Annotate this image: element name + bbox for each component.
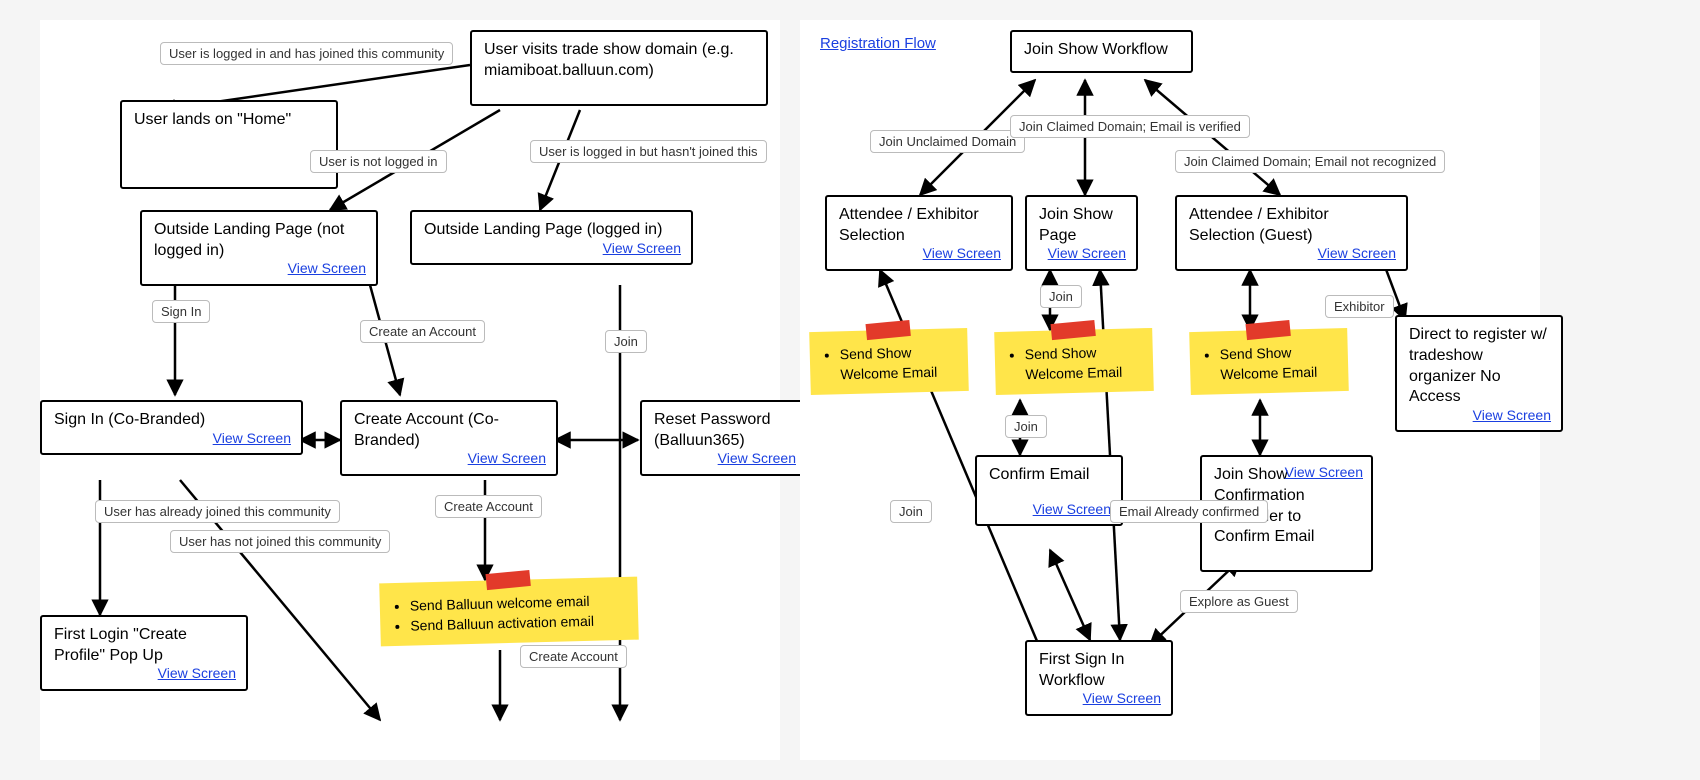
- node-user-home: User lands on "Home": [120, 100, 338, 189]
- node-reset-password: Reset Password (Balluun365) View Screen: [640, 400, 808, 476]
- sticky-line: Send Show Welcome Email: [1025, 342, 1140, 384]
- node-title: Create Account (Co-Branded): [354, 410, 544, 452]
- edge-join-3: Join: [890, 500, 932, 523]
- node-direct-register: Direct to register w/ tradeshow organize…: [1395, 315, 1563, 432]
- node-first-login: First Login "Create Profile" Pop Up View…: [40, 615, 248, 691]
- sticky-welcome-1: Send Show Welcome Email: [809, 328, 969, 395]
- sticky-balluun-emails: Send Balluun welcome email Send Balluun …: [379, 577, 639, 647]
- view-screen-link[interactable]: View Screen: [1473, 406, 1551, 424]
- edge-join-claimed-not: Join Claimed Domain; Email not recognize…: [1175, 150, 1445, 173]
- view-screen-link[interactable]: View Screen: [213, 429, 291, 447]
- edge-not-logged: User is not logged in: [310, 150, 447, 173]
- edge-logged-joined: User is logged in and has joined this co…: [160, 42, 453, 65]
- view-screen-link[interactable]: View Screen: [468, 449, 546, 467]
- node-outside-not-logged: Outside Landing Page (not logged in) Vie…: [140, 210, 378, 286]
- node-join-show-workflow: Join Show Workflow: [1010, 30, 1193, 73]
- edge-create-account-2: Create Account: [520, 645, 627, 668]
- node-title: Direct to register w/ tradeshow organize…: [1409, 325, 1549, 408]
- node-title: Confirm Email: [989, 465, 1109, 486]
- sticky-welcome-2: Send Show Welcome Email: [994, 328, 1154, 395]
- node-sign-in: Sign In (Co-Branded) View Screen: [40, 400, 303, 455]
- edge-create-an-account: Create an Account: [360, 320, 485, 343]
- sticky-line: Send Show Welcome Email: [1220, 342, 1335, 384]
- node-first-sign-in: First Sign In Workflow View Screen: [1025, 640, 1173, 716]
- sticky-welcome-3: Send Show Welcome Email: [1189, 328, 1349, 395]
- node-title: Attendee / Exhibitor Selection: [839, 205, 999, 247]
- breadcrumb-registration-flow[interactable]: Registration Flow: [820, 35, 936, 52]
- edge-join: Join: [605, 330, 647, 353]
- sticky-line: Send Show Welcome Email: [840, 342, 955, 384]
- view-screen-link[interactable]: View Screen: [603, 239, 681, 257]
- node-title: Reset Password (Balluun365): [654, 410, 794, 452]
- view-screen-link[interactable]: View Screen: [288, 259, 366, 277]
- node-confirm-email: Confirm Email View Screen: [975, 455, 1123, 526]
- node-title: User visits trade show domain (e.g. miam…: [484, 40, 754, 82]
- view-screen-link[interactable]: View Screen: [718, 449, 796, 467]
- node-title: First Sign In Workflow: [1039, 650, 1159, 692]
- node-outside-logged: Outside Landing Page (logged in) View Sc…: [410, 210, 693, 265]
- edge-already-joined: User has already joined this community: [95, 500, 340, 523]
- left-panel: User visits trade show domain (e.g. miam…: [40, 20, 780, 760]
- edge-join-1: Join: [1040, 285, 1082, 308]
- edge-exhibitor: Exhibitor: [1325, 295, 1394, 318]
- view-screen-link[interactable]: View Screen: [923, 244, 1001, 262]
- view-screen-link[interactable]: View Screen: [1318, 244, 1396, 262]
- node-title: User lands on "Home": [134, 110, 324, 131]
- node-title: First Login "Create Profile" Pop Up: [54, 625, 234, 667]
- view-screen-link[interactable]: View Screen: [158, 664, 236, 682]
- node-create-account: Create Account (Co-Branded) View Screen: [340, 400, 558, 476]
- node-attendee-exhibitor-guest: Attendee / Exhibitor Selection (Guest) V…: [1175, 195, 1408, 271]
- node-attendee-exhibitor: Attendee / Exhibitor Selection View Scre…: [825, 195, 1013, 271]
- right-panel: Registration Flow: [800, 20, 1540, 760]
- node-join-show-page: Join Show Page View Screen: [1025, 195, 1138, 271]
- edge-not-joined: User has not joined this community: [170, 530, 390, 553]
- edge-join-2: Join: [1005, 415, 1047, 438]
- node-user-visits: User visits trade show domain (e.g. miam…: [470, 30, 768, 106]
- view-screen-link[interactable]: View Screen: [1048, 244, 1126, 262]
- view-screen-link[interactable]: View Screen: [1033, 500, 1111, 518]
- view-screen-link[interactable]: View Screen: [1285, 463, 1363, 481]
- edge-join-unclaimed: Join Unclaimed Domain: [870, 130, 1025, 153]
- view-screen-link[interactable]: View Screen: [1083, 689, 1161, 707]
- edge-logged-not-joined: User is logged in but hasn't joined this: [530, 140, 767, 163]
- edge-explore-guest: Explore as Guest: [1180, 590, 1298, 613]
- node-title: Join Show Page: [1039, 205, 1124, 247]
- edge-sign-in: Sign In: [152, 300, 210, 323]
- diagram-stage: User visits trade show domain (e.g. miam…: [0, 0, 1700, 780]
- edge-create-account: Create Account: [435, 495, 542, 518]
- edge-email-confirmed: Email Already confirmed: [1110, 500, 1268, 523]
- node-title: Attendee / Exhibitor Selection (Guest): [1189, 205, 1394, 247]
- node-title: Join Show Workflow: [1024, 40, 1179, 61]
- edge-join-claimed-verified: Join Claimed Domain; Email is verified: [1010, 115, 1250, 138]
- node-title: Outside Landing Page (not logged in): [154, 220, 364, 262]
